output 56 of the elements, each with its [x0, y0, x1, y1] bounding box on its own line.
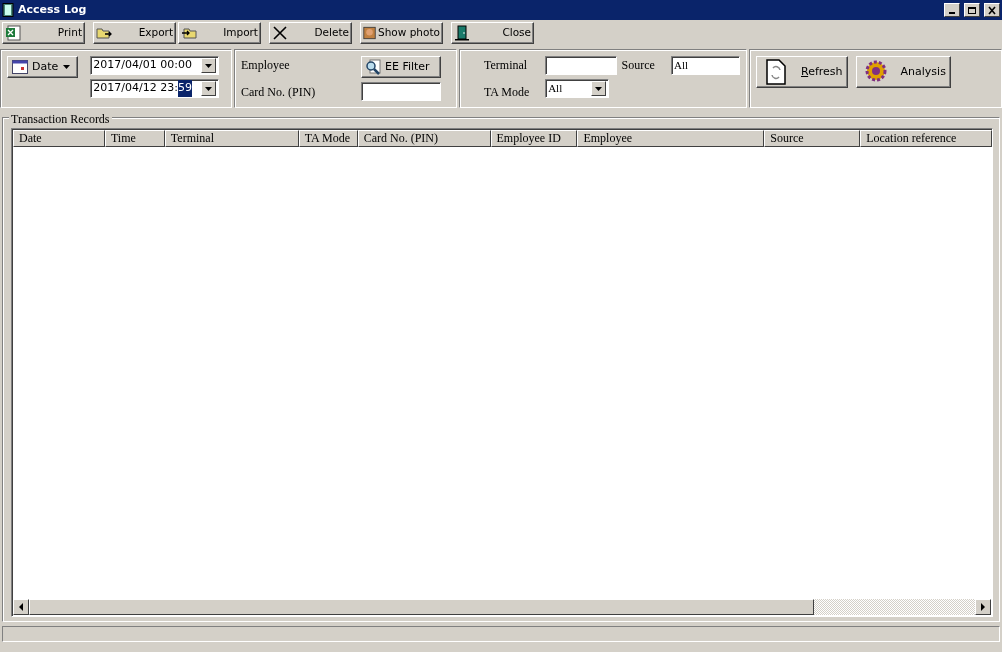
column-header[interactable]: Location reference	[860, 130, 992, 147]
date-dropdown-button[interactable]: Date	[7, 56, 79, 78]
column-header[interactable]: Card No. (PIN)	[357, 130, 491, 147]
input-field[interactable]: All	[670, 56, 740, 75]
field-label: Employee	[241, 57, 291, 74]
dropdown-field[interactable]: All	[545, 79, 610, 98]
maximize-icon	[967, 5, 977, 15]
scroll-left-button[interactable]	[13, 599, 29, 615]
calendar-icon	[12, 60, 28, 74]
dropdown-arrow-icon	[204, 84, 214, 93]
minimize-button[interactable]	[944, 3, 960, 17]
date-time-field[interactable]: 2017/04/01 00:00	[90, 56, 220, 75]
toolbar-button[interactable]: Show photo	[360, 22, 443, 44]
field-label: Source	[621, 57, 655, 74]
column-header[interactable]: Employee	[577, 130, 765, 147]
magnifier-icon	[365, 59, 381, 75]
column-header[interactable]: Time	[104, 130, 165, 147]
right-arrow-icon	[980, 603, 986, 611]
input-field[interactable]	[361, 82, 441, 101]
column-header[interactable]: Terminal	[164, 130, 299, 147]
toolbar-button[interactable]: Import	[178, 22, 261, 44]
field-label: Terminal	[484, 57, 529, 74]
maximize-button[interactable]	[964, 3, 980, 17]
cross-icon	[272, 25, 288, 41]
field-label: Card No. (PIN)	[241, 84, 317, 101]
left-arrow-icon	[18, 603, 24, 611]
toolbar-button[interactable]: Print	[2, 22, 85, 44]
caret-icon	[62, 63, 72, 71]
window-title: Access Log	[18, 1, 88, 18]
field-label: TA Mode	[484, 84, 531, 101]
scrollbar-thumb[interactable]	[29, 599, 814, 615]
column-header[interactable]: TA Mode	[298, 130, 358, 147]
column-header[interactable]: Employee ID	[490, 130, 578, 147]
column-header[interactable]: Date	[13, 130, 105, 147]
toolbar-button[interactable]: Close	[451, 22, 534, 44]
folder-arrow-icon	[96, 25, 112, 41]
close-button[interactable]	[984, 3, 1000, 17]
input-field[interactable]	[545, 56, 618, 75]
minimize-icon	[949, 12, 955, 14]
filter-button[interactable]: EE Filter	[361, 56, 441, 78]
photo-placeholder	[363, 25, 377, 41]
dropdown-arrow-icon	[204, 61, 214, 70]
toolbar-button[interactable]: Delete	[269, 22, 352, 44]
notebook-icon	[2, 3, 14, 17]
folder-arrow-icon	[181, 25, 197, 41]
scroll-right-button[interactable]	[975, 599, 991, 615]
column-header[interactable]: Source	[764, 130, 861, 147]
action-button[interactable]: Refresh	[756, 56, 848, 88]
door-icon	[454, 25, 470, 41]
dropdown-arrow-icon	[594, 84, 604, 93]
date-time-field[interactable]: 2017/04/12 23:59	[90, 79, 220, 98]
action-button[interactable]: Analysis	[855, 56, 951, 88]
toolbar-button[interactable]: Export	[93, 22, 176, 44]
spreadsheet-icon	[5, 25, 21, 41]
page-arrows-icon	[763, 58, 789, 86]
close-icon	[987, 5, 997, 15]
